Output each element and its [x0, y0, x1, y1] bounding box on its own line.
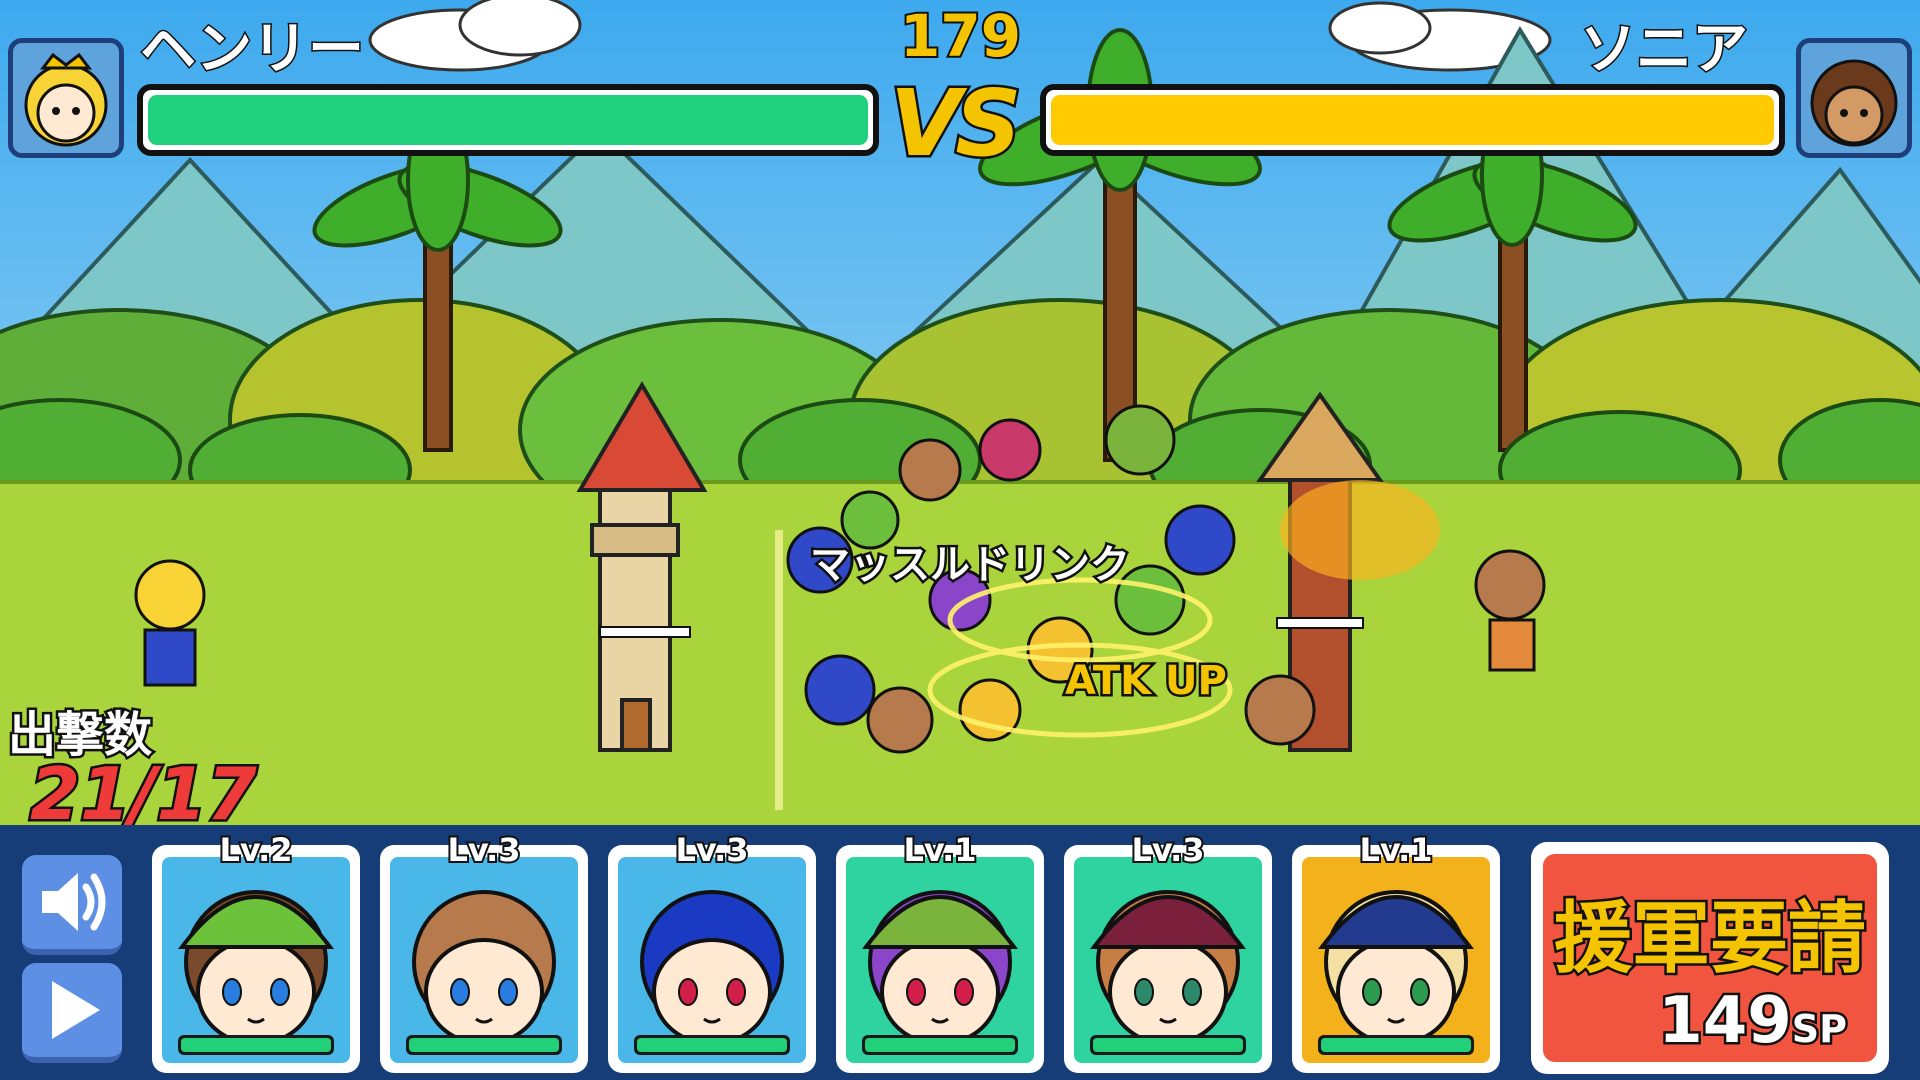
unit-hp-fill — [637, 1038, 787, 1052]
speaker-icon — [42, 873, 106, 931]
unit-hp-bar — [862, 1035, 1018, 1055]
play-icon — [52, 981, 100, 1039]
unit-card-3[interactable]: Lv.3 — [608, 829, 816, 1073]
unit-avatar-purple-hair — [862, 890, 1018, 1046]
unit-level: Lv.3 — [445, 829, 522, 871]
enemy-avatar — [1810, 59, 1898, 147]
unit-card-4[interactable]: Lv.1 — [836, 829, 1044, 1073]
unit-hp-fill — [865, 1038, 1015, 1052]
enemy-hp-fill — [1051, 95, 1774, 145]
reinforce-button-face: 援軍要請 149SP — [1543, 854, 1877, 1062]
unit-hp-bar — [178, 1035, 334, 1055]
player-hp-bar — [137, 84, 879, 156]
unit-hp-bar — [1318, 1035, 1474, 1055]
unit-portrait — [846, 857, 1034, 1063]
unit-hp-fill — [1321, 1038, 1471, 1052]
unit-avatar-green-hat — [178, 890, 334, 1046]
unit-level: Lv.2 — [217, 829, 294, 871]
unit-avatar-red-hood — [1090, 890, 1246, 1046]
reinforce-cost: 149SP — [1656, 982, 1850, 1061]
unit-card-2[interactable]: Lv.3 — [380, 829, 588, 1073]
enemy-portrait — [1796, 38, 1912, 158]
unit-hp-bar — [634, 1035, 790, 1055]
unit-portrait — [162, 857, 350, 1063]
unit-avatar-blue-hood — [1318, 890, 1474, 1046]
player-name: ヘンリー — [139, 16, 366, 84]
unit-hp-fill — [409, 1038, 559, 1052]
reinforce-label: 援軍要請 — [1551, 892, 1868, 987]
unit-level: Lv.1 — [1357, 829, 1434, 871]
vs-label: VS — [887, 68, 1024, 180]
sp-value: 149 — [1656, 982, 1795, 1061]
unit-avatar-blue-hair — [640, 890, 784, 1046]
unit-hp-fill — [181, 1038, 331, 1052]
unit-level: Lv.1 — [901, 829, 978, 871]
unit-portrait — [618, 857, 806, 1063]
unit-card-1[interactable]: Lv.2 — [152, 829, 360, 1073]
battle-timer: 179 — [898, 0, 1023, 72]
enemy-hp-bar — [1040, 84, 1785, 156]
player-hp-fill — [148, 95, 868, 145]
unit-portrait — [1074, 857, 1262, 1063]
unit-avatar-brown-hair — [412, 890, 556, 1046]
sound-button[interactable] — [22, 855, 122, 955]
unit-card-6[interactable]: Lv.1 — [1292, 829, 1500, 1073]
unit-level: Lv.3 — [673, 829, 750, 871]
sp-unit: SP — [1789, 1005, 1849, 1054]
effect-text-atk-up: ATK UP — [1063, 656, 1230, 707]
player-portrait — [8, 38, 124, 158]
effect-text-muscle-drink: マッスルドリンク — [808, 540, 1133, 591]
reinforce-button[interactable]: 援軍要請 149SP — [1531, 842, 1889, 1074]
unit-card-5[interactable]: Lv.3 — [1064, 829, 1272, 1073]
unit-level: Lv.3 — [1129, 829, 1206, 871]
unit-hp-bar — [406, 1035, 562, 1055]
play-button[interactable] — [22, 963, 122, 1063]
unit-hp-bar — [1090, 1035, 1246, 1055]
player-avatar — [24, 52, 108, 147]
unit-portrait — [390, 857, 578, 1063]
unit-portrait — [1302, 857, 1490, 1063]
sortie-count: 21/17 — [28, 750, 260, 839]
unit-hp-fill — [1093, 1038, 1243, 1052]
enemy-name: ソニア — [1579, 16, 1750, 84]
